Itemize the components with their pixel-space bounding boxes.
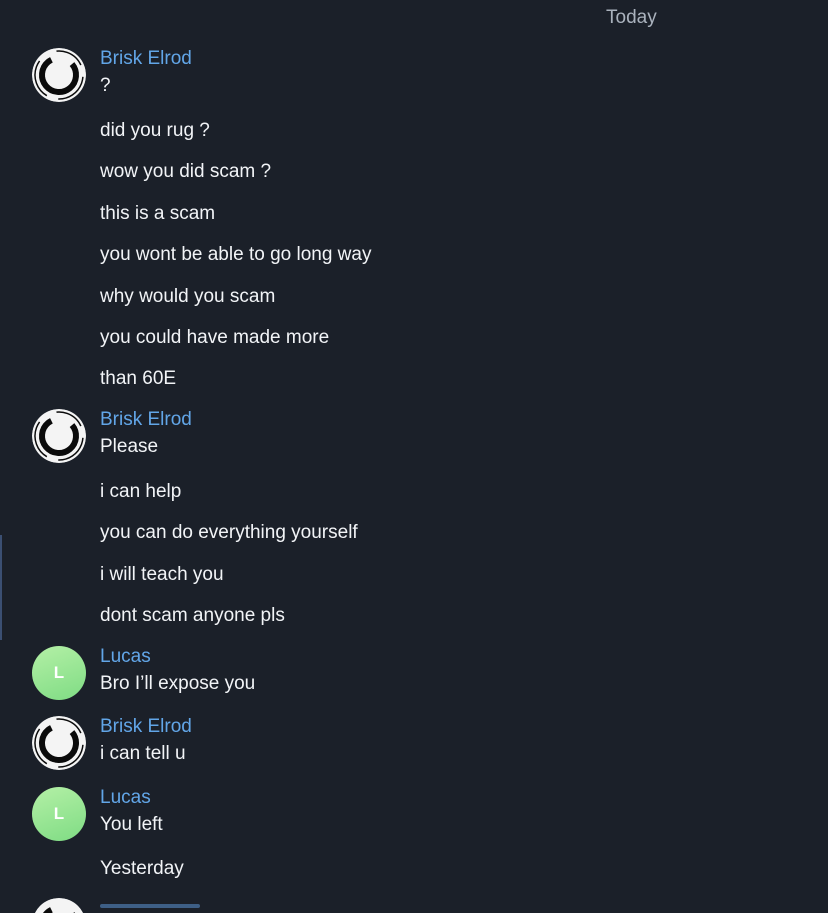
message-text: i can help (100, 481, 182, 502)
message-text: Please (100, 436, 159, 457)
cut-off-message-group (0, 898, 828, 913)
message-text: dont scam anyone pls (100, 605, 285, 626)
chat-history: Today Brisk Elrod ? did you rug ? wow yo… (0, 0, 828, 913)
message-text: i will teach you (100, 564, 224, 585)
message-text: did you rug ? (100, 120, 210, 141)
message-text: why would you scam (100, 286, 276, 307)
ring-logo-icon (32, 48, 86, 102)
sender-name[interactable]: Lucas (100, 646, 151, 668)
avatar[interactable] (32, 409, 86, 463)
avatar[interactable] (32, 716, 86, 770)
message-text: Bro I’ll expose you (100, 673, 256, 694)
message-text: than 60E (100, 368, 177, 389)
avatar-initial: L (53, 804, 65, 823)
message-text: i can tell u (100, 743, 186, 764)
sender-name-cut-off (100, 904, 200, 908)
message-text: you wont be able to go long way (100, 244, 372, 265)
sender-name[interactable]: Brisk Elrod (100, 409, 192, 431)
avatar[interactable]: L (32, 787, 86, 841)
message-text: you can do everything yourself (100, 522, 358, 543)
message-text: ? (100, 75, 111, 96)
ring-logo-icon (32, 409, 86, 463)
message-text: this is a scam (100, 203, 216, 224)
day-separator: Today (606, 7, 657, 28)
ring-logo-icon (32, 716, 86, 770)
sender-name[interactable]: Brisk Elrod (100, 48, 192, 70)
scroll-indicator (0, 535, 2, 640)
avatar[interactable] (32, 48, 86, 102)
avatar[interactable]: L (32, 646, 86, 700)
ring-logo-icon (34, 898, 84, 913)
sender-name[interactable]: Brisk Elrod (100, 716, 192, 738)
avatar-initial: L (53, 663, 65, 682)
avatar[interactable] (32, 898, 86, 913)
message-text: you could have made more (100, 327, 330, 348)
message-text: Yesterday (100, 858, 184, 879)
sender-name[interactable]: Lucas (100, 787, 151, 809)
message-text: You left (100, 814, 163, 835)
message-text: wow you did scam ? (100, 161, 272, 182)
